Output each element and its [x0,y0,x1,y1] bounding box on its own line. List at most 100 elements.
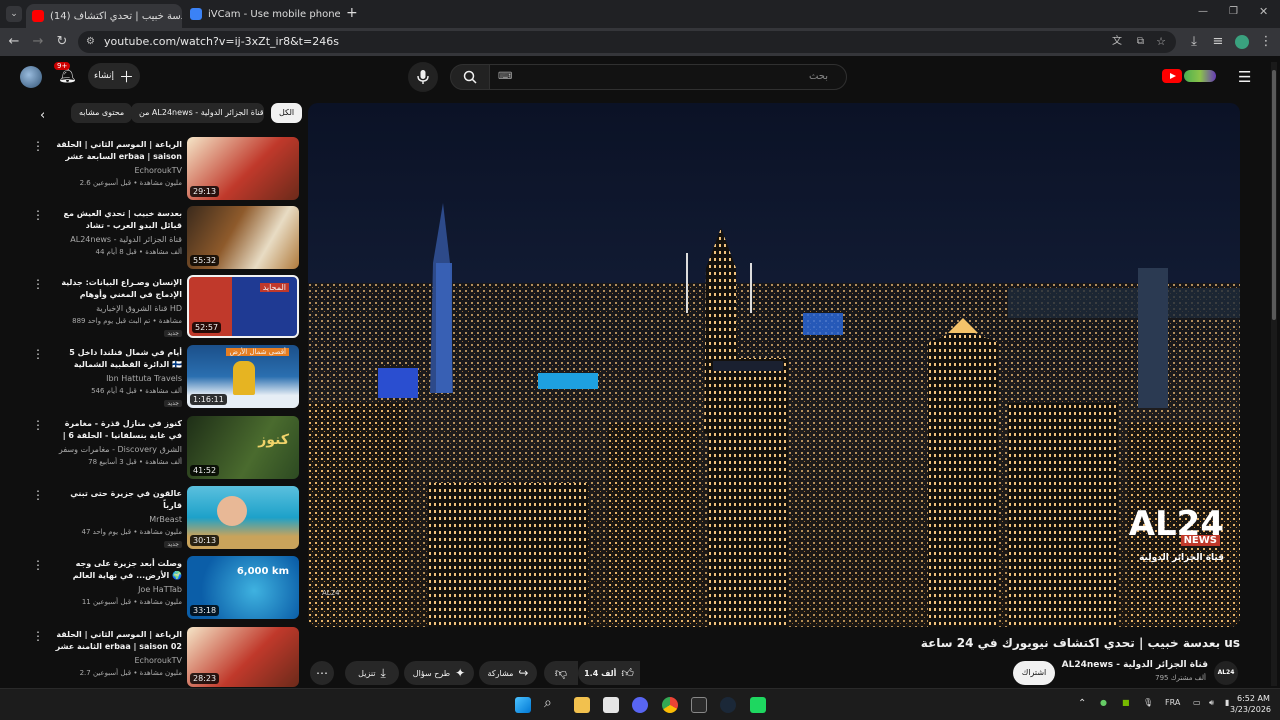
steam-icon[interactable] [720,697,736,713]
create-button[interactable]: إنشاء ＋ [88,63,140,89]
search-input[interactable]: بحث ⌨ [489,64,847,90]
related-video-channel[interactable]: EchoroukTV [54,166,183,175]
download-button[interactable]: تنزيل ⤓ [345,661,399,685]
chip-related[interactable]: محتوى مشابه [71,103,133,123]
bookmark-star-icon[interactable]: ☆ [1156,31,1166,53]
related-video-thumbnail[interactable]: 55:32 [187,206,299,269]
more-options-icon[interactable]: ⋮ [32,208,44,222]
file-explorer-icon[interactable] [574,697,590,713]
back-icon[interactable]: ← [6,34,22,49]
related-video-title[interactable]: الإنسان وصـراع البيانات: جدلية الإدماج ف… [54,277,182,301]
tab-list-menu-icon[interactable]: ⌄ [6,6,22,22]
search-button[interactable] [450,64,490,90]
dislike-button[interactable]: 👎︎ [544,661,578,685]
browser-menu-icon[interactable]: ⋮ [1258,34,1274,49]
tray-nvidia-icon[interactable]: ■ [1122,698,1130,707]
forward-icon[interactable]: → [30,34,46,49]
clock-date[interactable]: 3/23/2026 [1230,705,1271,714]
maximize-icon[interactable]: ❐ [1229,6,1238,17]
related-video-item[interactable]: ⋮ كنوز في منازل قذرة - مغامرة في غابة بن… [28,416,300,480]
user-avatar[interactable] [20,66,42,88]
chrome-icon[interactable] [662,697,678,713]
related-video-channel[interactable]: Joe HaTTab [54,585,182,594]
clock-time[interactable]: 6:52 AM [1237,694,1270,703]
related-video-channel[interactable]: مغامرات وسفر - Discovery الشرق [54,445,182,454]
related-video-thumbnail[interactable]: 6,000 km 33:18 [187,556,299,619]
related-video-thumbnail[interactable]: 29:13 [187,137,299,200]
reading-list-icon[interactable]: ≡ [1210,34,1226,49]
more-options-icon[interactable]: ⋮ [32,629,44,643]
related-video-channel[interactable]: قناة الشروق الإخبارية HD [54,304,182,313]
related-video-item[interactable]: ⋮ بعدسة خبيب | تحدي العيش مع قبائل البدو… [28,206,300,270]
network-icon[interactable]: ▭ [1193,698,1201,707]
more-options-icon[interactable]: ⋮ [32,139,44,153]
more-options-icon[interactable]: ⋮ [32,418,44,432]
taskbar-search-icon[interactable]: ⌕ [544,695,552,711]
windows-start-icon[interactable] [515,697,531,713]
related-video-channel[interactable]: EchoroukTV [54,656,183,665]
keyboard-icon[interactable]: ⌨ [498,65,512,89]
more-options-icon[interactable]: ⋮ [32,488,44,502]
store-icon[interactable] [603,697,619,713]
install-icon[interactable]: ⧉ [1137,31,1144,53]
related-video-item[interactable]: ⋮ 5 أيام في شمال فنلندا داخل الدائرة الق… [28,345,300,409]
site-info-icon[interactable]: ⚙ [86,31,95,53]
more-options-icon[interactable]: ⋮ [32,277,44,291]
reload-icon[interactable]: ↻ [54,34,70,49]
related-video-item[interactable]: ⋮ الرياعة | الموسم الثاني | الحلقة الساب… [28,137,300,201]
epic-games-icon[interactable] [691,697,707,713]
youtube-logo[interactable] [1162,67,1222,87]
related-video-title[interactable]: الرياعة | الموسم الثاني | الحلقة الثامنة… [54,629,182,653]
input-language[interactable]: FRA [1165,698,1180,707]
related-video-item[interactable]: ⋮ وصلت أبعد جزيرة على وجه الأرض... في نه… [28,556,300,620]
address-bar[interactable]: ⚙ youtube.com/watch?v=ij-3xZt_ir8&t=246s… [78,31,1176,53]
related-video-title[interactable]: بعدسة خبيب | تحدي العيش مع قبائل البدو ا… [54,208,182,232]
app-icon[interactable] [750,697,766,713]
chip-all[interactable]: الكل [271,103,303,123]
translate-icon[interactable]: 文 [1112,31,1122,53]
volume-icon[interactable]: 🔊︎ [1209,698,1214,708]
related-video-thumbnail[interactable]: كنوز 41:52 [187,416,299,479]
chip-from-channel[interactable]: من AL24news - قناة الجزائر الدولية [131,103,264,123]
related-video-title[interactable]: الرياعة | الموسم الثاني | الحلقة السابعة… [54,139,182,163]
tray-chevron-icon[interactable]: ⌃ [1078,698,1086,709]
tab-ivcam[interactable]: iVCam - Use mobile phone as a ✕ [184,4,340,24]
related-video-title[interactable]: وصلت أبعد جزيرة على وجه الأرض... في نهاي… [54,558,182,582]
related-video-thumbnail[interactable]: 28:23 [187,627,299,687]
video-player[interactable]: AL24 NEWS قناة الجزائر الدولية AL24 [308,103,1240,627]
related-video-channel[interactable]: MrBeast [54,515,182,524]
related-video-thumbnail[interactable]: المحايد 52:57 [187,275,299,338]
related-video-title[interactable]: عالقون في جزيرة حتى تبني قارباً [54,488,182,512]
tray-app-icon[interactable]: ● [1100,698,1107,707]
channel-name[interactable]: AL24news - قناة الجزائر الدولية [1062,660,1208,670]
downloads-icon[interactable]: ⤓ [1186,34,1202,49]
close-window-icon[interactable]: ✕ [1259,5,1268,18]
related-video-channel[interactable]: AL24news - قناة الجزائر الدولية [54,235,182,244]
channel-avatar[interactable]: AL24 [1214,661,1238,685]
chips-left-arrow-icon[interactable]: ‹ [40,108,45,123]
page-scrollbar[interactable] [1271,62,1277,686]
share-button[interactable]: مشاركة ↪ [479,661,537,685]
related-video-item[interactable]: ⋮ الإنسان وصـراع البيانات: جدلية الإدماج… [28,275,300,339]
related-video-item[interactable]: ⋮ الرياعة | الموسم الثاني | الحلقة الثام… [28,627,300,691]
like-button[interactable]: 1.4 ألف 👍︎ [578,661,640,685]
more-options-icon[interactable]: ⋮ [32,558,44,572]
minimize-icon[interactable]: — [1198,6,1208,17]
tab-youtube[interactable]: (14) بعدسة خبيب | تحدي اكتشاف ✕ [26,4,182,28]
related-video-title[interactable]: كنوز في منازل قذرة - مغامرة في غابة بنسل… [54,418,182,442]
profile-avatar[interactable] [1235,35,1249,49]
ask-button[interactable]: طرح سؤال ✦ [404,661,474,685]
more-actions-button[interactable]: ⋯ [310,661,334,685]
related-video-item[interactable]: ⋮ عالقون في جزيرة حتى تبني قارباً MrBeas… [28,486,300,550]
notifications-bell-icon[interactable]: 🔔︎ 9+ [54,62,78,86]
voice-search-button[interactable] [408,62,438,92]
tray-mic-icon[interactable]: 🎙︎ [1143,698,1153,707]
related-video-channel[interactable]: Ibn Hattuta Travels [54,374,182,383]
related-video-title[interactable]: 5 أيام في شمال فنلندا داخل الدائرة القطب… [54,347,182,371]
more-options-icon[interactable]: ⋮ [32,347,44,361]
battery-icon[interactable]: ▮ [1225,698,1229,707]
guide-menu-icon[interactable]: ☰ [1238,68,1251,86]
scrollbar-thumb[interactable] [1272,70,1276,320]
discord-icon[interactable] [632,697,648,713]
subscribe-button[interactable]: اشتراك [1013,661,1055,685]
